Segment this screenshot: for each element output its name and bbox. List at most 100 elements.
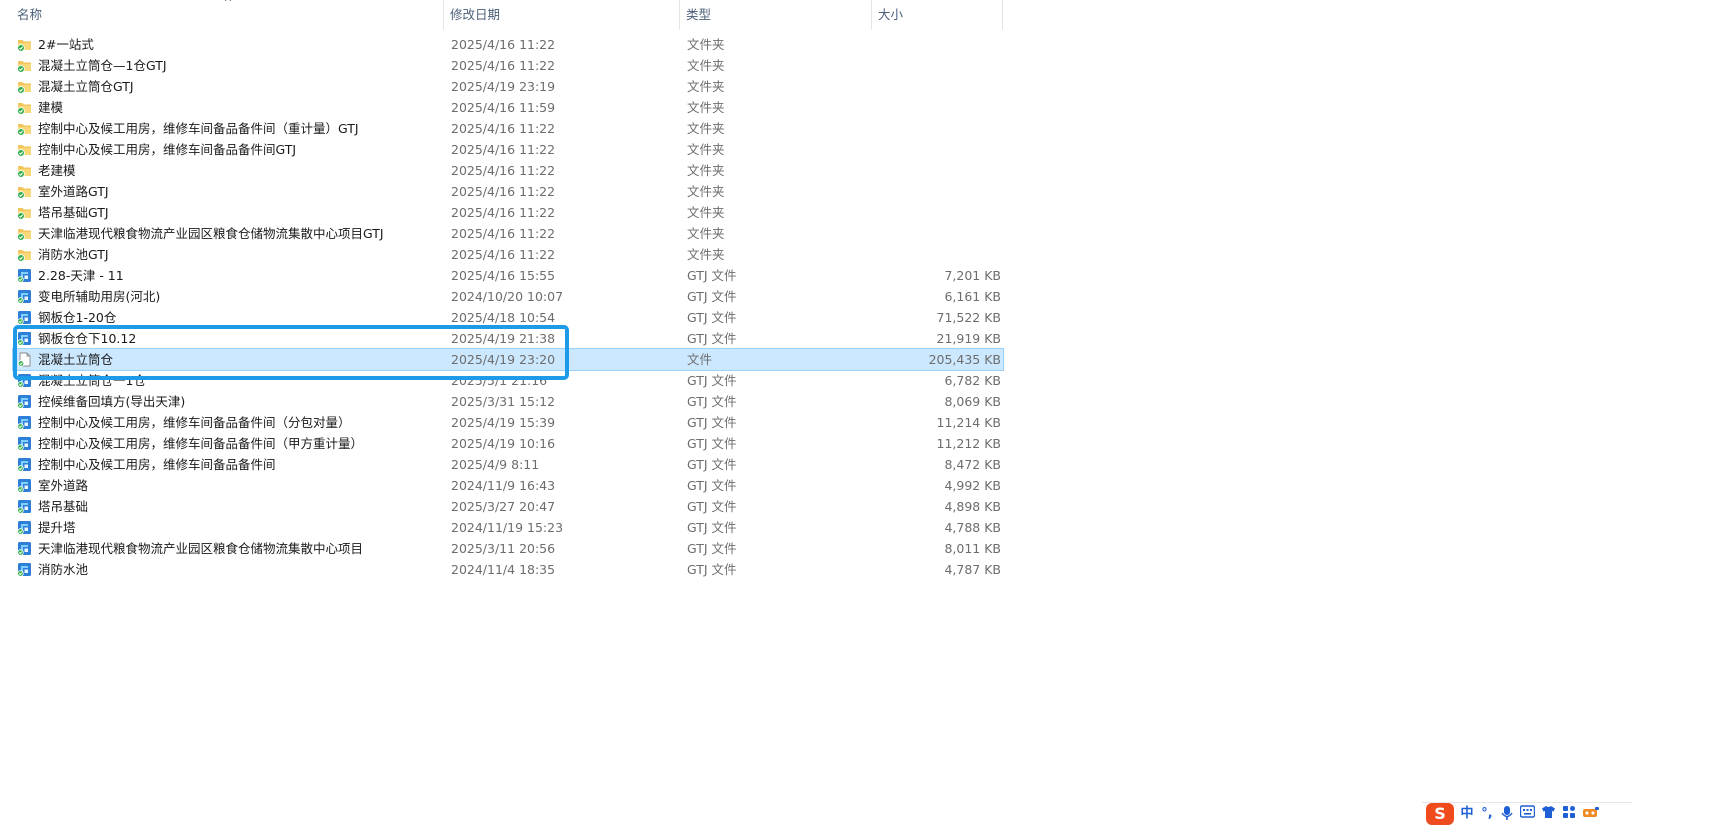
gtj-file-icon (17, 289, 32, 304)
file-row[interactable]: 塔吊基础 2025/3/27 20:47 GTJ 文件 4,898 KB (13, 496, 1003, 517)
shirt-icon[interactable] (1541, 805, 1556, 823)
microphone-icon[interactable] (1500, 805, 1514, 823)
file-row[interactable]: 建模 2025/4/16 11:59 文件夹 (13, 97, 1003, 118)
file-date-modified: 2025/3/11 20:56 (451, 541, 556, 556)
file-row[interactable]: 控候维备回填方(导出天津) 2025/3/31 15:12 GTJ 文件 8,069 … (13, 391, 1003, 412)
grid-icon[interactable] (1562, 805, 1576, 823)
file-name: 控候维备回填方(导出天津) (38, 394, 186, 409)
file-row[interactable]: 混凝土立筒仓一1仓 2025/5/1 21:16 GTJ 文件 6,782 KB (13, 370, 1003, 391)
file-row[interactable]: 提升塔 2024/11/19 15:23 GTJ 文件 4,788 KB (13, 517, 1003, 538)
folder-sync-icon (17, 226, 32, 241)
column-header-date-modified[interactable]: 修改日期 (444, 0, 680, 30)
file-type: GTJ 文件 (687, 541, 737, 556)
column-header-name[interactable]: 名称 (11, 0, 444, 30)
file-date-modified: 2025/4/16 11:22 (451, 121, 556, 136)
keyboard-icon[interactable] (1519, 805, 1536, 823)
file-name: 钢板仓仓下10.12 (38, 331, 137, 346)
file-name: 塔吊基础 (38, 499, 89, 514)
file-type: 文件夹 (687, 163, 725, 178)
file-type: GTJ 文件 (687, 436, 737, 451)
file-row[interactable]: 室外道路 2024/11/9 16:43 GTJ 文件 4,992 KB (13, 475, 1003, 496)
file-date-modified: 2025/3/27 20:47 (451, 499, 556, 514)
gtj-file-icon (17, 415, 32, 430)
file-row[interactable]: 消防水池GTJ 2025/4/16 11:22 文件夹 (13, 244, 1003, 265)
file-row[interactable]: 天津临港现代粮食物流产业园区粮食仓储物流集散中心项目 2025/3/11 20:5… (13, 538, 1003, 559)
sogou-logo-icon[interactable]: S (1426, 803, 1454, 825)
file-type: 文件夹 (687, 184, 725, 199)
file-row[interactable]: 控制中心及候工用房，维修车间备品备件间（分包对量） 2025/4/19 15:39… (13, 412, 1003, 433)
file-type: 文件夹 (687, 37, 725, 52)
gtj-file-icon (17, 373, 32, 388)
folder-sync-icon (17, 142, 32, 157)
gtj-file-icon (17, 562, 32, 577)
file-date-modified: 2025/4/16 11:22 (451, 37, 556, 52)
file-date-modified: 2025/4/16 11:22 (451, 226, 556, 241)
file-date-modified: 2025/4/16 11:22 (451, 142, 556, 157)
file-date-modified: 2024/11/4 18:35 (451, 562, 556, 577)
file-list: 2#一站式 2025/4/16 11:22 文件夹 混凝土立筒仓—1仓GTJ 2025/… (12, 34, 1004, 580)
file-date-modified: 2025/4/16 11:22 (451, 58, 556, 73)
file-date-modified: 2025/4/19 15:39 (451, 415, 556, 430)
file-row[interactable]: 控制中心及候工用房，维修车间备品备件间（重计量）GTJ 2025/4/16 11:… (13, 118, 1003, 139)
file-row[interactable]: 消防水池 2024/11/4 18:35 GTJ 文件 4,787 KB (13, 559, 1003, 580)
file-size: 4,992 KB (944, 478, 1001, 493)
file-row[interactable]: 控制中心及候工用房，维修车间备品备件间GTJ 2025/4/16 11:22 文件夹 (13, 139, 1003, 160)
gtj-file-icon (17, 394, 32, 409)
file-row[interactable]: 钢板仓仓下10.12 2025/4/19 21:38 GTJ 文件 21,919 KB (13, 328, 1003, 349)
file-size: 205,435 KB (928, 352, 1001, 367)
file-size: 8,011 KB (944, 541, 1001, 556)
file-type: GTJ 文件 (687, 310, 737, 325)
folder-sync-icon (17, 37, 32, 52)
file-date-modified: 2025/4/16 11:59 (451, 100, 556, 115)
file-size: 71,522 KB (936, 310, 1001, 325)
file-name: 控制中心及候工用房，维修车间备品备件间（分包对量） (38, 415, 351, 430)
folder-sync-icon (17, 205, 32, 220)
file-name: 控制中心及候工用房，维修车间备品备件间（甲方重计量） (38, 436, 364, 451)
file-name: 钢板仓1-20仓 (38, 310, 117, 325)
toolbox-icon[interactable] (1582, 805, 1600, 823)
file-row[interactable]: 钢板仓1-20仓 2025/4/18 10:54 GTJ 文件 71,522 KB (13, 307, 1003, 328)
file-name: 混凝土立筒仓—1仓GTJ (38, 58, 167, 73)
file-row[interactable]: 室外道路GTJ 2025/4/16 11:22 文件夹 (13, 181, 1003, 202)
file-type: GTJ 文件 (687, 415, 737, 430)
file-name: 老建模 (38, 163, 76, 178)
gtj-file-icon (17, 457, 32, 472)
file-row[interactable]: 混凝土立筒仓 2025/4/19 23:20 文件 205,435 KB (12, 348, 1004, 371)
file-date-modified: 2025/4/19 21:38 (451, 331, 556, 346)
gtj-file-icon (17, 478, 32, 493)
ime-mode-toggle[interactable]: 中 (1460, 805, 1474, 823)
ime-toolbar: S 中 °, (1422, 802, 1632, 825)
file-type: GTJ 文件 (687, 520, 737, 535)
file-row[interactable]: 天津临港现代粮食物流产业园区粮食仓储物流集散中心项目GTJ 2025/4/16 1… (13, 223, 1003, 244)
file-name: 室外道路GTJ (38, 184, 109, 199)
file-name: 混凝土立筒仓一1仓 (38, 373, 146, 388)
file-row[interactable]: 控制中心及候工用房，维修车间备品备件间 2025/4/9 8:11 GTJ 文件 8,… (13, 454, 1003, 475)
file-row[interactable]: 混凝土立筒仓GTJ 2025/4/19 23:19 文件夹 (13, 76, 1003, 97)
file-date-modified: 2025/3/31 15:12 (451, 394, 556, 409)
file-date-modified: 2025/4/16 11:22 (451, 247, 556, 262)
file-name: 控制中心及候工用房，维修车间备品备件间（重计量）GTJ (38, 121, 359, 136)
file-date-modified: 2025/5/1 21:16 (451, 373, 548, 388)
file-row[interactable]: 2.28-天津 - 11 2025/4/16 15:55 GTJ 文件 7,201 K… (13, 265, 1003, 286)
file-row[interactable]: 塔吊基础GTJ 2025/4/16 11:22 文件夹 (13, 202, 1003, 223)
column-header-size[interactable]: 大小 (872, 0, 1003, 30)
file-type: 文件 (687, 352, 713, 367)
gtj-file-icon (17, 310, 32, 325)
folder-sync-icon (17, 100, 32, 115)
file-row[interactable]: 混凝土立筒仓—1仓GTJ 2025/4/16 11:22 文件夹 (13, 55, 1003, 76)
file-date-modified: 2025/4/16 11:22 (451, 163, 556, 178)
gtj-file-icon (17, 331, 32, 346)
column-header-type[interactable]: 类型 (680, 0, 872, 30)
file-name: 控制中心及候工用房，维修车间备品备件间 (38, 457, 276, 472)
file-type: 文件夹 (687, 205, 725, 220)
file-row[interactable]: 变电所辅助用房(河北) 2024/10/20 10:07 GTJ 文件 6,161 K… (13, 286, 1003, 307)
file-type: GTJ 文件 (687, 289, 737, 304)
file-type: GTJ 文件 (687, 478, 737, 493)
ime-punctuation-toggle[interactable]: °, (1480, 805, 1494, 823)
file-row[interactable]: 老建模 2025/4/16 11:22 文件夹 (13, 160, 1003, 181)
file-type: 文件夹 (687, 79, 725, 94)
file-name: 天津临港现代粮食物流产业园区粮食仓储物流集散中心项目GTJ (38, 226, 384, 241)
file-size: 6,161 KB (944, 289, 1001, 304)
file-row[interactable]: 控制中心及候工用房，维修车间备品备件间（甲方重计量） 2025/4/19 10:1… (13, 433, 1003, 454)
file-row[interactable]: 2#一站式 2025/4/16 11:22 文件夹 (13, 34, 1003, 55)
